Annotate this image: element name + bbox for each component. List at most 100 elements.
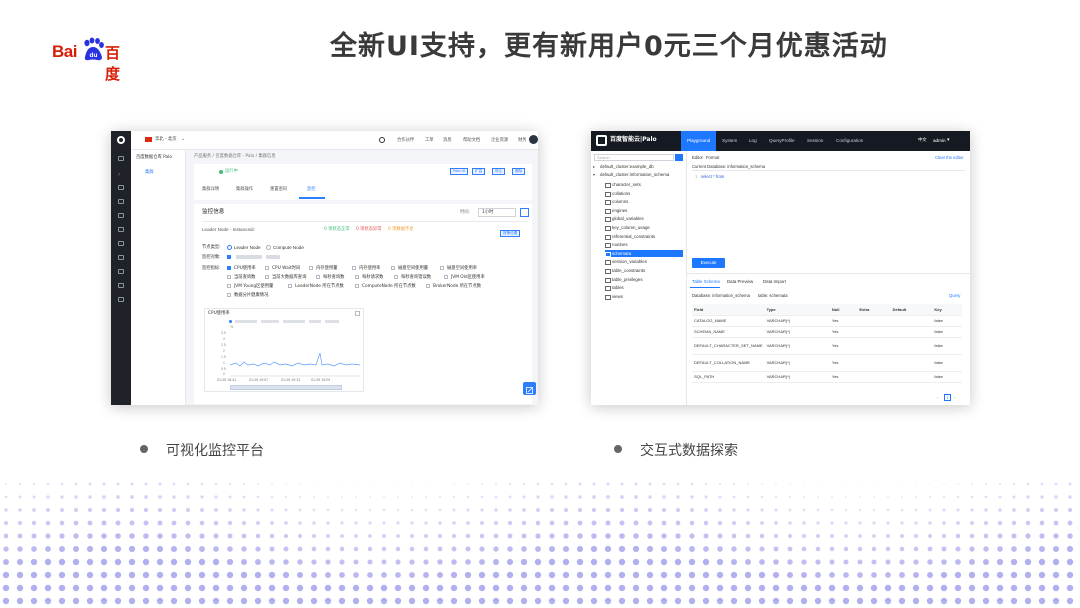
metric-checkbox[interactable] [355,284,359,288]
sidebar-item-cluster[interactable]: 集群 [145,170,154,175]
table-node[interactable]: tables [605,284,624,292]
code-line[interactable]: select * from [701,174,724,179]
top-link-0[interactable]: 合作伙伴 [397,138,414,143]
search-icon[interactable] [379,137,385,143]
decor-dot [844,508,848,512]
chevron-down-icon[interactable]: ▾ [947,138,950,143]
metric-checkbox[interactable] [355,275,359,279]
metric-checkbox[interactable] [265,275,269,279]
chevron-right-icon[interactable]: › [118,171,124,178]
execute-button[interactable]: Execute [692,258,725,268]
top-link-3[interactable]: 帮助文档 [463,138,480,143]
chart-zoom-slider[interactable] [230,385,342,390]
decor-dot [199,546,205,552]
dashboard-icon[interactable] [118,185,124,190]
tab-queryprofile[interactable]: QueryProfile [763,131,801,151]
network-icon[interactable] [118,269,124,274]
tab-log[interactable]: Log [743,131,763,151]
stop-button[interactable]: 停止 [492,168,506,175]
list-icon[interactable] [118,255,124,260]
tab-monitor[interactable]: 监控 [307,187,316,192]
query-link[interactable]: Query [949,293,960,298]
tab-data-import[interactable]: Data Import [763,279,786,284]
tab-system[interactable]: System [716,131,743,151]
tab-data-preview[interactable]: Data Preview [727,279,753,284]
metric-checkbox[interactable] [316,275,320,279]
tab-configuration[interactable]: Configuration [830,131,869,151]
metric-checkbox[interactable] [352,266,356,270]
radio-leader-node[interactable] [227,245,232,250]
table-node[interactable]: table_constraints [605,267,645,274]
metric-checkbox[interactable] [391,266,395,270]
metric-checkbox[interactable] [440,266,444,270]
top-link-4[interactable]: 企业资源 [491,138,508,143]
scale-button[interactable]: 扩容 [472,168,486,175]
metric-checkbox[interactable] [227,293,231,297]
db-information-schema[interactable]: default_cluster:information_schema [600,172,669,177]
region-select[interactable]: 华北 - 北京 [155,137,176,142]
language-switch[interactable]: 中文 [918,138,927,143]
metric-checkbox[interactable] [309,266,313,270]
top-link-5[interactable]: 财务 [518,138,527,143]
server-icon[interactable] [118,199,124,204]
metric-checkbox[interactable] [227,284,231,288]
table-node[interactable]: referential_constraints [605,233,655,240]
metric-checkbox[interactable] [227,275,231,279]
tab-operations[interactable]: 集群操作 [236,187,253,192]
settings-icon[interactable] [118,297,124,302]
caret-down-icon[interactable]: ▾ [593,173,595,177]
table-node[interactable]: collations [605,190,630,197]
top-link-1[interactable]: 工单 [425,138,434,143]
caret-right-icon[interactable]: ▸ [593,165,595,169]
menu-icon[interactable] [118,156,124,161]
refresh-icon[interactable] [520,208,529,217]
clear-editor-link[interactable]: Clear the editor [935,155,964,160]
metric-checkbox[interactable] [444,275,448,279]
delete-button[interactable]: 删除 [512,168,526,175]
tab-details[interactable]: 集群详情 [202,187,219,192]
tab-table-schema[interactable]: Table Schema [692,279,720,284]
alarm-settings-button[interactable]: 报警设置 [500,230,521,237]
database-icon[interactable] [118,227,124,232]
metric-checkbox[interactable] [288,284,292,288]
time-select[interactable]: 1小时 [478,208,516,217]
tab-playground[interactable]: Playground [681,131,717,151]
editor-tab[interactable]: Editor [692,155,703,160]
table-node[interactable]: views [605,293,623,300]
prev-page-icon[interactable]: ‹ [937,396,938,400]
search-input[interactable]: Search [594,154,674,161]
shield-icon[interactable] [118,283,124,288]
tab-reset-password[interactable]: 重置密码 [270,187,287,192]
db-example[interactable]: default_cluster:example_db [600,164,654,169]
tab-session[interactable]: Session [801,131,829,151]
top-link-2[interactable]: 消息 [443,138,452,143]
storage-icon[interactable] [118,213,124,218]
table-node[interactable]: session_variables [605,258,647,266]
metric-checkbox[interactable] [265,266,269,270]
table-node[interactable]: columns [605,198,628,206]
format-tab[interactable]: Format [706,155,719,160]
metric-checkbox[interactable] [227,266,231,270]
table-node[interactable]: routines [605,241,628,249]
feedback-button[interactable] [523,382,536,395]
metric-checkbox[interactable] [394,275,398,279]
table-node[interactable]: schemata [605,249,683,257]
palo-ui-button[interactable]: Palo UI [450,168,469,175]
radio-compute-node[interactable] [266,245,271,250]
page-number[interactable]: 1 [944,394,951,401]
avatar[interactable] [529,135,538,144]
chevron-down-icon[interactable]: ⌄ [181,137,185,142]
table-node[interactable]: engines [605,207,627,214]
user-menu[interactable]: admin [933,138,946,144]
search-button[interactable] [675,154,683,161]
next-page-icon[interactable]: › [954,396,955,400]
table-node[interactable]: global_variables [605,215,644,223]
metric-checkbox[interactable] [426,284,430,288]
expand-icon[interactable] [355,311,360,316]
table-node[interactable]: table_privileges [605,276,643,283]
grid-icon[interactable] [118,241,124,246]
decor-dot [436,584,444,592]
table-node[interactable]: character_sets [605,181,641,188]
monitor-object-checkbox[interactable] [227,255,231,259]
table-node[interactable]: key_column_usage [605,224,650,231]
